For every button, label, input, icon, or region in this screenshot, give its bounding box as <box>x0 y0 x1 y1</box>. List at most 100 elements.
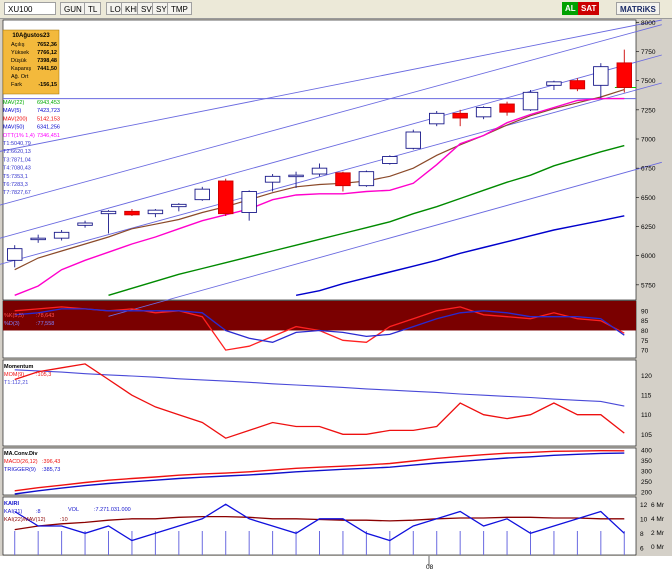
toolbar-button-tl[interactable]: TL <box>84 2 102 15</box>
candle-body-12 <box>288 174 304 178</box>
kairi-k1-value: :8 <box>36 509 41 515</box>
candle-body-19 <box>452 112 468 119</box>
candle-body-15 <box>358 171 375 187</box>
volume-tick-label: 4 Mr <box>651 516 665 523</box>
candle-body-2 <box>53 231 70 239</box>
price-tick-label: 6000 <box>641 253 656 260</box>
candle-body-1 <box>30 237 46 241</box>
momentum-title: Momentum <box>4 364 33 370</box>
chart-area: 5750600062506500675070007250750077508000… <box>0 19 672 581</box>
momentum-tick-label: 120 <box>641 373 652 380</box>
price-tick-label: 7500 <box>641 78 656 85</box>
momentum-value: :105,3 <box>36 372 51 378</box>
info-label-0: Açılış <box>11 42 25 48</box>
info-label-3: Kapanış <box>11 66 31 72</box>
candle-body-23 <box>546 81 562 86</box>
kairi-tick-label: 12 <box>640 502 648 509</box>
macd-tick-label: 400 <box>641 448 652 455</box>
candle-body-10 <box>241 191 257 213</box>
legend-label-5: T1:5040,79 <box>3 141 31 147</box>
candle-body-7 <box>171 203 187 208</box>
candle-body-4 <box>100 210 117 215</box>
date-tick-label: 08 <box>426 564 434 571</box>
legend-label-7: T3:7871,04 <box>3 157 31 163</box>
info-value-5: -156,15 <box>38 82 57 88</box>
info-label-2: Düşük <box>11 58 27 64</box>
legend-value-4: 7346,451 <box>37 133 60 139</box>
macd-tick-label: 200 <box>641 489 652 496</box>
momentum-label: MOM(9) <box>4 372 24 378</box>
candle-body-11 <box>264 175 281 183</box>
brand-label: MATRiKS <box>616 2 660 15</box>
stoch-tick-label: 70 <box>641 348 649 355</box>
candle-body-25 <box>593 66 609 86</box>
kairi-k2-value: :10 <box>60 517 68 523</box>
macd-label: MACD(26,12) <box>4 459 38 465</box>
sell-flag[interactable]: SAT <box>578 2 600 15</box>
price-tick-label: 7750 <box>641 49 656 56</box>
kairi-tick-label: 8 <box>640 531 644 538</box>
stoch-tick-label: 90 <box>641 308 649 315</box>
legend-value-3: 6341,256 <box>37 125 60 131</box>
volume-tick-label: 2 Mr <box>651 530 665 537</box>
legend-label-3: MAV(50) <box>3 125 24 131</box>
legend-label-0: MAV(22) <box>3 100 24 106</box>
candle-body-9 <box>218 180 234 215</box>
candle-body-20 <box>475 107 492 118</box>
momentum-tick-label: 110 <box>641 412 652 419</box>
info-label-5: Fark <box>11 82 22 88</box>
info-date: 10Ağustos23 <box>12 33 50 39</box>
kairi-k1-label: KAI(11) <box>4 509 22 515</box>
candle-body-26 <box>616 62 632 88</box>
volume-tick-label: 6 Mr <box>651 502 665 509</box>
kairi-tick-label: 10 <box>640 516 648 523</box>
price-tick-label: 8000 <box>641 20 656 27</box>
candle-body-0 <box>7 248 23 261</box>
legend-label-11: T7:7827,67 <box>3 190 31 196</box>
candle-body-8 <box>194 188 210 201</box>
macd-tick-label: 250 <box>641 479 652 486</box>
info-value-1: 7766,12 <box>37 50 57 56</box>
kairi-tick-label: 6 <box>640 545 644 552</box>
trigger-value: :385,73 <box>42 467 60 473</box>
candle-body-14 <box>335 172 351 187</box>
momentum-t1-label: T1:112,21 <box>4 380 28 386</box>
buy-flag[interactable]: AL <box>562 2 579 15</box>
stoch-tick-label: 80 <box>641 328 649 335</box>
macd-title: MA.Conv.Div <box>4 451 38 457</box>
macd-value: :396,43 <box>42 459 60 465</box>
toolbar-button-tmp[interactable]: TMP <box>167 2 192 15</box>
stoch-tick-label: 85 <box>641 318 649 325</box>
candle-body-5 <box>124 210 140 216</box>
candle-body-24 <box>569 80 586 90</box>
stoch-d-label: %D(3) <box>4 321 20 327</box>
symbol-input[interactable]: XU100 <box>4 2 56 15</box>
momentum-tick-label: 105 <box>641 432 652 439</box>
legend-label-10: T6:7283,3 <box>3 182 28 188</box>
price-tick-label: 6750 <box>641 166 656 173</box>
legend-label-4: OTT(1% 1,4) <box>3 133 35 139</box>
stoch-k-label: %K(5,5) <box>4 313 24 319</box>
candle-body-21 <box>499 103 515 113</box>
price-tick-label: 7000 <box>641 137 656 144</box>
toolbar: XU100 GUN TL LOG KHN SVD SYM TMP AL SAT … <box>0 0 672 19</box>
kairi-k2-label: KAI(22)/MAV(12) <box>4 517 46 523</box>
info-label-1: Yüksek <box>11 50 29 56</box>
toolbar-button-gun[interactable]: GUN <box>60 2 86 15</box>
candle-body-6 <box>147 209 164 215</box>
stoch-k-value: :78,643 <box>36 313 54 319</box>
candle-body-17 <box>405 131 421 149</box>
stoch-tick-label: 75 <box>641 338 649 345</box>
candle-body-3 <box>77 222 93 226</box>
volume-label: VOL <box>68 507 79 513</box>
legend-value-1: 7423,723 <box>37 108 60 114</box>
price-tick-label: 5750 <box>641 282 656 289</box>
price-tick-label: 6500 <box>641 195 656 202</box>
legend-label-9: T5:7353,1 <box>3 174 28 180</box>
panel-frame-3 <box>2 447 637 496</box>
momentum-tick-label: 115 <box>641 393 652 400</box>
legend-label-1: MAV(5) <box>3 108 21 114</box>
price-tick-label: 7250 <box>641 107 656 114</box>
info-value-2: 7398,48 <box>37 58 57 64</box>
candle-body-22 <box>522 91 539 111</box>
